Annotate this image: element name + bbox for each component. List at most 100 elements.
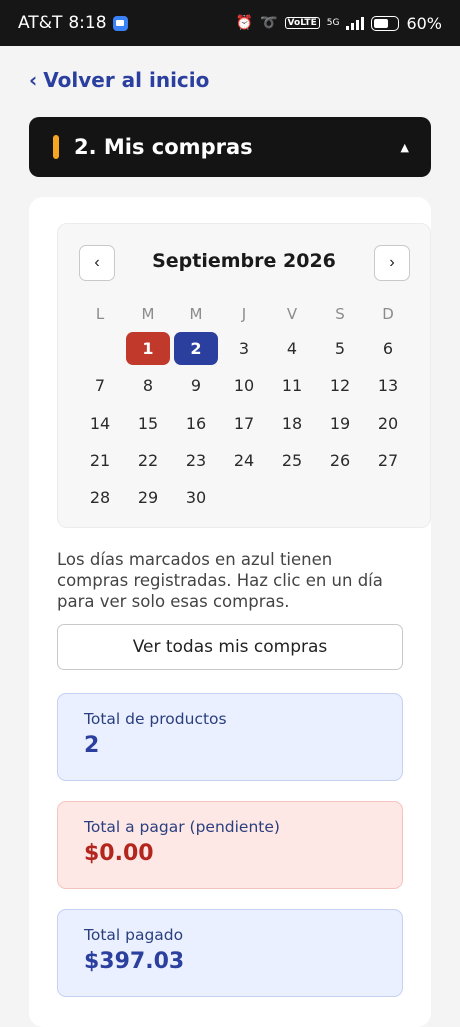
calendar-day-label: 4 bbox=[286, 339, 298, 359]
calendar-day-30[interactable]: 30 bbox=[172, 479, 220, 516]
calendar-blank bbox=[76, 330, 124, 367]
back-to-home-link[interactable]: ‹ Volver al inicio bbox=[29, 68, 209, 92]
calendar-day-9[interactable]: 9 bbox=[172, 367, 220, 404]
stat-total-pending: Total a pagar (pendiente) $0.00 bbox=[57, 801, 403, 889]
calendar-day-label: 5 bbox=[334, 339, 346, 359]
network-label: 5G bbox=[326, 17, 340, 28]
stat-value: $0.00 bbox=[84, 841, 154, 866]
section-header-mis-compras[interactable]: 2. Mis compras ▲ bbox=[29, 117, 431, 177]
calendar-day-15[interactable]: 15 bbox=[124, 405, 172, 442]
calendar-day-label: 10 bbox=[233, 376, 255, 396]
stat-value: 2 bbox=[84, 733, 100, 758]
weekday-header: J bbox=[241, 305, 247, 323]
calendar-day-7[interactable]: 7 bbox=[76, 367, 124, 404]
calendar: ‹ Septiembre 2026 › L M M J V S D 1 2 3 4 5 6 7 8 9 10 11… bbox=[57, 223, 431, 528]
calendar-day-2[interactable]: 2 bbox=[172, 330, 220, 367]
calendar-day-label: 7 bbox=[94, 376, 106, 396]
view-all-purchases-button[interactable]: Ver todas mis compras bbox=[57, 624, 403, 670]
calendar-day-label: 14 bbox=[89, 413, 111, 433]
calendar-day-17[interactable]: 17 bbox=[220, 405, 268, 442]
collapse-triangle-icon[interactable]: ▲ bbox=[401, 141, 409, 154]
status-bar: AT&T 8:18 ⏰ ➰ VoLTE 5G 60% bbox=[0, 0, 460, 46]
calendar-header: ‹ Septiembre 2026 › bbox=[58, 224, 430, 302]
calendar-day-label: 24 bbox=[233, 451, 255, 471]
calendar-day-22[interactable]: 22 bbox=[124, 442, 172, 479]
calendar-day-28[interactable]: 28 bbox=[76, 479, 124, 516]
weekday-header: L bbox=[95, 305, 105, 323]
stat-total-paid: Total pagado $397.03 bbox=[57, 909, 403, 997]
calendar-day-24[interactable]: 24 bbox=[220, 442, 268, 479]
calendar-day-label: 28 bbox=[89, 488, 111, 508]
weekday-header: V bbox=[286, 305, 298, 323]
calendar-day-20[interactable]: 20 bbox=[364, 405, 412, 442]
calendar-day-10[interactable]: 10 bbox=[220, 367, 268, 404]
calendar-day-label: 15 bbox=[137, 413, 159, 433]
carrier-label: AT&T bbox=[18, 13, 63, 33]
status-right: ⏰ ➰ VoLTE 5G 60% bbox=[236, 14, 442, 33]
battery-icon bbox=[371, 15, 400, 31]
calendar-day-label: 1 bbox=[126, 332, 170, 366]
weekday-header: M bbox=[189, 305, 203, 323]
calendar-day-label: 2 bbox=[174, 332, 218, 366]
calendar-day-label: 19 bbox=[329, 413, 351, 433]
calendar-day-label: 25 bbox=[281, 451, 303, 471]
calendar-help-text: Los días marcados en azul tienen compras… bbox=[57, 550, 383, 611]
battery-fill bbox=[374, 18, 388, 28]
calendar-day-label: 27 bbox=[377, 451, 399, 471]
back-link-label: Volver al inicio bbox=[43, 68, 210, 92]
calendar-day-18[interactable]: 18 bbox=[268, 405, 316, 442]
stat-label: Total a pagar (pendiente) bbox=[84, 818, 280, 836]
calendar-day-27[interactable]: 27 bbox=[364, 442, 412, 479]
calendar-day-label: 22 bbox=[137, 451, 159, 471]
calendar-day-label: 17 bbox=[233, 413, 255, 433]
weekday-header: D bbox=[382, 305, 394, 323]
calendar-day-5[interactable]: 5 bbox=[316, 330, 364, 367]
calendar-day-16[interactable]: 16 bbox=[172, 405, 220, 442]
calendar-day-label: 29 bbox=[137, 488, 159, 508]
battery-percent: 60% bbox=[406, 13, 442, 33]
calendar-day-label: 20 bbox=[377, 413, 399, 433]
calendar-day-8[interactable]: 8 bbox=[124, 367, 172, 404]
notification-app-icon bbox=[112, 15, 128, 31]
clock: 8:18 bbox=[68, 13, 107, 33]
calendar-day-19[interactable]: 19 bbox=[316, 405, 364, 442]
section-accent-bar bbox=[53, 135, 59, 159]
calendar-day-21[interactable]: 21 bbox=[76, 442, 124, 479]
chevron-left-icon: ‹ bbox=[29, 68, 38, 92]
section-title: 2. Mis compras bbox=[74, 135, 253, 159]
calendar-day-label: 12 bbox=[329, 376, 351, 396]
status-left: AT&T 8:18 bbox=[18, 13, 128, 33]
volte-badge: VoLTE bbox=[284, 17, 320, 29]
calendar-day-label: 21 bbox=[89, 451, 111, 471]
calendar-day-label: 26 bbox=[329, 451, 351, 471]
stat-label: Total pagado bbox=[84, 926, 184, 944]
calendar-day-label: 23 bbox=[185, 451, 207, 471]
weekday-header: S bbox=[335, 305, 345, 323]
calendar-day-label: 13 bbox=[377, 376, 399, 396]
calendar-day-1[interactable]: 1 bbox=[124, 330, 172, 367]
calendar-day-12[interactable]: 12 bbox=[316, 367, 364, 404]
calendar-day-label: 3 bbox=[238, 339, 250, 359]
chevron-right-icon: › bbox=[389, 254, 395, 271]
stat-value: $397.03 bbox=[84, 949, 185, 974]
calendar-day-29[interactable]: 29 bbox=[124, 479, 172, 516]
calendar-day-23[interactable]: 23 bbox=[172, 442, 220, 479]
weekday-header: M bbox=[141, 305, 155, 323]
calendar-day-label: 18 bbox=[281, 413, 303, 433]
calendar-day-label: 11 bbox=[281, 376, 303, 396]
calendar-day-13[interactable]: 13 bbox=[364, 367, 412, 404]
calendar-day-14[interactable]: 14 bbox=[76, 405, 124, 442]
purchases-card: ‹ Septiembre 2026 › L M M J V S D 1 2 3 4 5 6 7 8 9 10 11… bbox=[29, 197, 431, 1027]
hotspot-icon: ➰ bbox=[260, 15, 278, 31]
calendar-day-3[interactable]: 3 bbox=[220, 330, 268, 367]
calendar-day-label: 30 bbox=[185, 488, 207, 508]
calendar-day-label: 9 bbox=[190, 376, 202, 396]
calendar-day-11[interactable]: 11 bbox=[268, 367, 316, 404]
calendar-day-label: 8 bbox=[142, 376, 154, 396]
calendar-day-25[interactable]: 25 bbox=[268, 442, 316, 479]
calendar-day-26[interactable]: 26 bbox=[316, 442, 364, 479]
calendar-day-4[interactable]: 4 bbox=[268, 330, 316, 367]
next-month-button[interactable]: › bbox=[374, 245, 410, 281]
calendar-day-6[interactable]: 6 bbox=[364, 330, 412, 367]
stat-total-products: Total de productos 2 bbox=[57, 693, 403, 781]
